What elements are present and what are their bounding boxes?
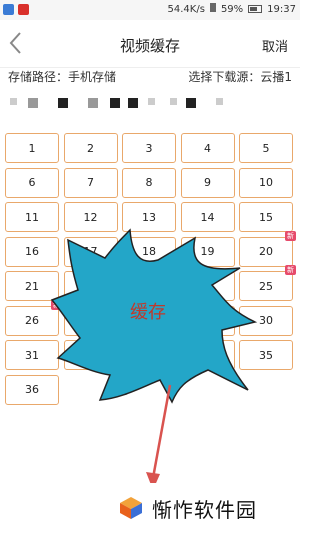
episode-button[interactable]: 11: [5, 202, 59, 232]
episode-label: 28: [142, 314, 156, 327]
episode-label: 3: [145, 141, 153, 155]
episode-label: 12: [83, 210, 98, 224]
cancel-button[interactable]: 取消: [262, 36, 288, 55]
episode-label: 21: [25, 279, 39, 293]
episode-button[interactable]: 25 新: [239, 265, 296, 301]
battery-percent: 59%: [220, 3, 244, 15]
episode-label: 1: [28, 141, 36, 155]
episode-label: 35: [259, 348, 273, 362]
watermark: 惭怍软件园: [100, 483, 300, 533]
episode-button[interactable]: 18: [122, 236, 176, 267]
episode-button[interactable]: 23: [122, 271, 176, 301]
watermark-text: 惭怍软件园: [152, 497, 257, 522]
clock: 19:37: [267, 3, 296, 15]
episode-button[interactable]: 33: [122, 340, 176, 370]
new-badge: 新: [285, 230, 296, 241]
episode-label: 9: [204, 176, 211, 189]
episode-button[interactable]: 34: [180, 340, 235, 370]
episode-button[interactable]: 10: [239, 167, 293, 198]
episode-label: 4: [204, 141, 211, 155]
episode-label: 19: [200, 245, 215, 258]
episode-button[interactable]: 15: [239, 202, 293, 232]
episode-label: 27: [83, 314, 98, 327]
episode-button[interactable]: 28: [122, 305, 176, 336]
episode-label: 16: [25, 245, 39, 258]
episode-button[interactable]: 27: [63, 305, 118, 336]
episode-label: 10: [259, 176, 273, 189]
network-speed: 54.4K/s: [167, 3, 205, 15]
episode-button[interactable]: 36: [5, 374, 59, 405]
episode-button[interactable]: 21: [5, 271, 59, 301]
app-notification-icon: [18, 4, 29, 15]
episode-label: 13: [142, 210, 156, 224]
episode-button[interactable]: 26 新: [5, 299, 62, 336]
episode-button[interactable]: 32: [63, 340, 118, 370]
episode-button[interactable]: 1: [5, 133, 59, 163]
episode-button[interactable]: 4: [180, 133, 235, 163]
episode-button[interactable]: 29: [180, 305, 235, 336]
episode-label: 33: [142, 348, 156, 362]
episode-label: 31: [25, 348, 39, 362]
episode-button[interactable]: 6: [5, 167, 59, 198]
signal-icon: [209, 3, 216, 15]
episode-label: 26: [25, 314, 39, 327]
arrow-line: [151, 384, 172, 479]
new-badge: 新: [51, 299, 62, 310]
episode-label: 24: [200, 279, 215, 293]
new-badge: 新: [285, 265, 296, 275]
episode-button[interactable]: 14: [180, 202, 235, 232]
episode-label: 14: [200, 210, 215, 224]
episode-label: 7: [87, 176, 94, 189]
download-source-selector[interactable]: 选择下载源：云播1: [188, 68, 292, 88]
episode-label: 32: [83, 348, 98, 362]
page-title: 视频缓存: [119, 37, 180, 55]
episode-button[interactable]: 12: [63, 202, 118, 232]
episode-label: 22: [83, 279, 98, 293]
app-notification-icon: [3, 4, 14, 15]
episode-label: 30: [259, 314, 273, 327]
episode-button[interactable]: 17: [63, 236, 118, 267]
episode-button[interactable]: 9: [180, 167, 235, 198]
episode-label: 25: [259, 279, 273, 293]
episode-button[interactable]: 24: [180, 271, 235, 301]
episode-button[interactable]: 30: [239, 305, 293, 336]
episode-label: 20: [259, 245, 273, 258]
episode-label: 11: [25, 210, 39, 224]
episode-label: 8: [145, 176, 153, 189]
episode-label: 2: [87, 141, 94, 155]
battery-icon: [248, 5, 263, 13]
status-bar: 54.4K/s 59% 19:37: [0, 0, 300, 20]
episode-button[interactable]: 13: [122, 202, 176, 232]
episode-button[interactable]: 19: [180, 236, 235, 267]
episode-button[interactable]: 31: [5, 340, 59, 370]
episode-label: 5: [262, 141, 270, 155]
episode-button[interactable]: 35: [239, 340, 293, 370]
episode-button[interactable]: 22: [63, 271, 118, 301]
episode-label: 6: [28, 176, 36, 189]
episode-button[interactable]: 2: [63, 133, 118, 163]
episode-label: 17: [83, 245, 98, 258]
watermark-logo-icon: [120, 497, 142, 519]
blurred-placeholder: [10, 96, 280, 110]
episode-button[interactable]: 16: [5, 236, 59, 267]
storage-path-label[interactable]: 存储路径：手机存储: [8, 68, 116, 88]
episode-label: 29: [200, 314, 215, 327]
episode-label: 18: [142, 245, 156, 258]
episode-label: 34: [200, 348, 215, 362]
episode-label: 23: [142, 279, 156, 293]
episode-label: 15: [259, 210, 273, 224]
episode-button[interactable]: 3: [122, 133, 176, 163]
cache-info: 存储路径：手机存储 选择下载源：云播1: [8, 68, 292, 88]
episode-button[interactable]: 20 新: [239, 230, 296, 267]
episode-button[interactable]: 8: [122, 167, 176, 198]
episode-button[interactable]: 5: [239, 133, 293, 163]
episode-button[interactable]: 7: [63, 167, 118, 198]
episode-label: 36: [25, 383, 39, 396]
header-bar: 视频缓存 取消: [0, 20, 300, 68]
